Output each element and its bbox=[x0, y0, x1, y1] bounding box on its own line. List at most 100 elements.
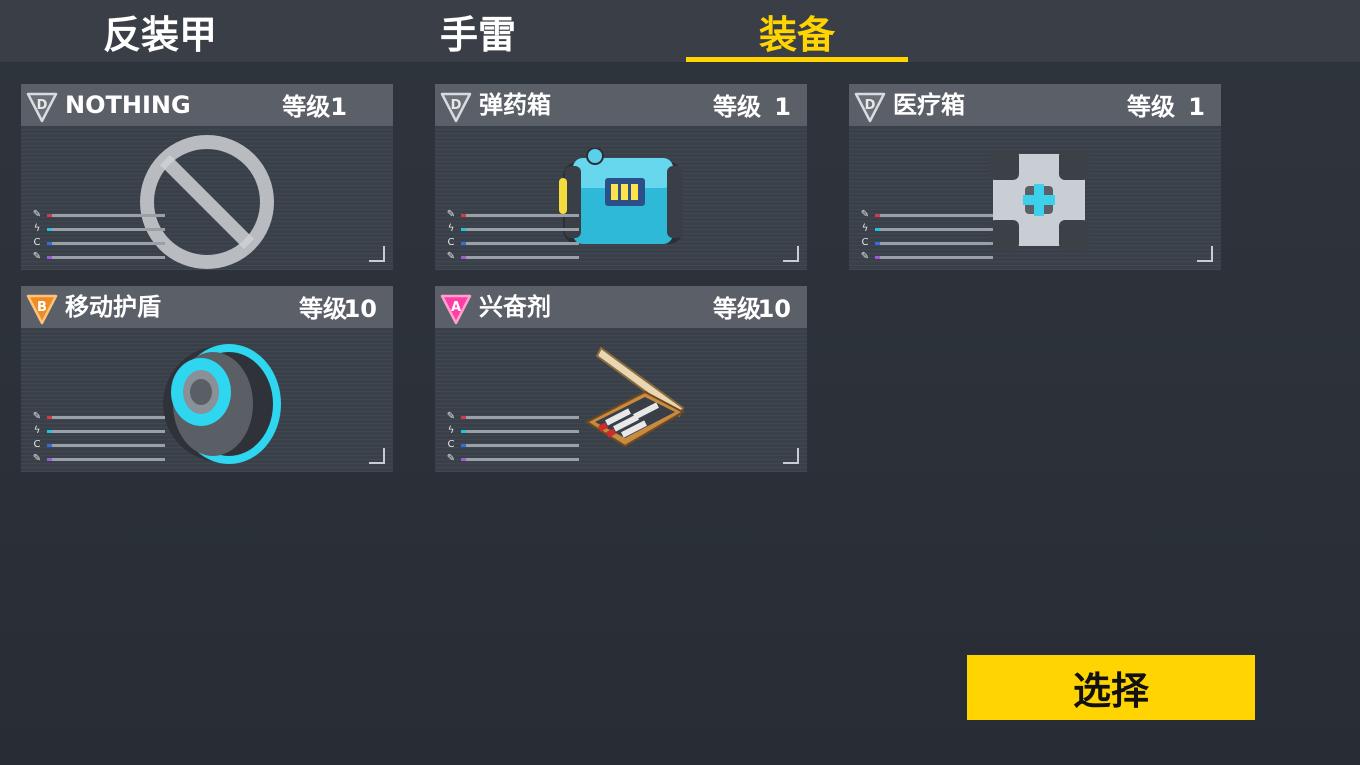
range-icon: ✎ bbox=[446, 453, 456, 464]
stat-bars: ✎ ϟ C ✎ bbox=[31, 208, 171, 264]
card-title: NOTHING bbox=[65, 91, 191, 119]
stat-fill-capacity bbox=[461, 242, 466, 245]
energy-icon: ϟ bbox=[447, 223, 455, 234]
tab-label: 手雷 bbox=[439, 12, 516, 57]
stat-track bbox=[47, 430, 165, 433]
card-level-label: 等级 bbox=[1127, 93, 1175, 121]
card-level-label: 等级 bbox=[713, 295, 761, 323]
stat-fill-energy bbox=[47, 228, 52, 231]
active-tab-underline bbox=[686, 57, 908, 62]
stat-bars: ✎ ϟ C ✎ bbox=[859, 208, 999, 264]
stat-fill-energy bbox=[461, 430, 466, 433]
stimulant-icon bbox=[584, 346, 686, 448]
tab-label: 装备 bbox=[758, 12, 835, 57]
card-level-value: 10 bbox=[343, 295, 377, 323]
card-level-label: 等级1 bbox=[282, 93, 347, 121]
range-icon: ✎ bbox=[32, 251, 42, 262]
stat-fill-energy bbox=[461, 228, 466, 231]
stat-fill-range bbox=[47, 458, 52, 461]
damage-icon: ✎ bbox=[446, 411, 456, 422]
rank-letter: D bbox=[37, 98, 48, 113]
energy-icon: ϟ bbox=[861, 223, 869, 234]
corner-bracket bbox=[369, 246, 385, 262]
rank-b-badge-icon: B bbox=[26, 294, 58, 325]
corner-bracket bbox=[783, 448, 799, 464]
stat-track bbox=[47, 228, 165, 231]
stat-bars: ✎ ϟ C ✎ bbox=[31, 410, 171, 466]
select-button-label: 选择 bbox=[1072, 669, 1149, 713]
stat-track bbox=[461, 444, 579, 447]
capacity-icon: C bbox=[861, 237, 869, 248]
rank-letter: D bbox=[865, 98, 876, 113]
stat-track bbox=[47, 214, 165, 217]
card-title: 医疗箱 bbox=[893, 91, 965, 119]
stat-fill-damage bbox=[47, 416, 52, 419]
stat-fill-damage bbox=[875, 214, 880, 217]
tab-equipment[interactable]: 装备 bbox=[686, 0, 908, 62]
stat-bars: ✎ ϟ C ✎ bbox=[445, 410, 585, 466]
stat-fill-energy bbox=[47, 430, 52, 433]
stat-track bbox=[461, 416, 579, 419]
stat-fill-capacity bbox=[47, 242, 52, 245]
equipment-card-stimulant[interactable]: A 兴奋剂 等级 10 ✎ ϟ C ✎ bbox=[435, 286, 807, 472]
stat-track bbox=[47, 444, 165, 447]
stat-fill-range bbox=[47, 256, 52, 259]
card-level-label: 等级 bbox=[299, 295, 347, 323]
stat-fill-capacity bbox=[47, 444, 52, 447]
rank-letter: A bbox=[451, 300, 461, 315]
card-title: 弹药箱 bbox=[479, 91, 551, 119]
stat-track bbox=[875, 228, 993, 231]
energy-icon: ϟ bbox=[33, 223, 41, 234]
equipment-card-nothing[interactable]: D NOTHING 等级1 ✎ ϟ C ✎ bbox=[21, 84, 393, 270]
stat-bars: ✎ ϟ C ✎ bbox=[445, 208, 585, 264]
card-title: 移动护盾 bbox=[65, 293, 161, 321]
stat-fill-energy bbox=[875, 228, 880, 231]
card-level-value: 10 bbox=[757, 295, 791, 323]
rank-d-badge-icon: D bbox=[854, 92, 886, 123]
equipment-card-medkit[interactable]: D 医疗箱 等级 1 ✎ ϟ C ✎ bbox=[849, 84, 1221, 270]
stat-track bbox=[461, 228, 579, 231]
stat-fill-damage bbox=[461, 214, 466, 217]
stat-fill-damage bbox=[47, 214, 52, 217]
corner-bracket bbox=[369, 448, 385, 464]
capacity-icon: C bbox=[33, 237, 41, 248]
stat-fill-range bbox=[875, 256, 880, 259]
stat-track bbox=[875, 214, 993, 217]
stat-track bbox=[875, 242, 993, 245]
corner-bracket bbox=[1197, 246, 1213, 262]
equipment-card-ammo-box[interactable]: D 弹药箱 等级 1 ✎ ϟ C ✎ bbox=[435, 84, 807, 270]
card-level-value: 1 bbox=[774, 93, 791, 121]
rank-d-badge-icon: D bbox=[26, 92, 58, 123]
damage-icon: ✎ bbox=[32, 209, 42, 220]
capacity-icon: C bbox=[33, 439, 41, 450]
tab-grenade[interactable]: 手雷 bbox=[378, 0, 578, 62]
stat-fill-range bbox=[461, 256, 466, 259]
rank-letter: D bbox=[451, 98, 462, 113]
card-level-label: 等级 bbox=[713, 93, 761, 121]
tab-bar: 反装甲 手雷 装备 bbox=[0, 0, 1360, 62]
stat-track bbox=[461, 458, 579, 461]
card-level-value: 1 bbox=[1188, 93, 1205, 121]
range-icon: ✎ bbox=[446, 251, 456, 262]
tab-label: 反装甲 bbox=[102, 12, 217, 57]
range-icon: ✎ bbox=[860, 251, 870, 262]
card-title: 兴奋剂 bbox=[479, 293, 551, 321]
stat-track bbox=[461, 242, 579, 245]
select-button[interactable]: 选择 bbox=[967, 655, 1255, 720]
energy-icon: ϟ bbox=[447, 425, 455, 436]
stat-fill-range bbox=[461, 458, 466, 461]
stat-track bbox=[461, 256, 579, 259]
corner-bracket bbox=[783, 246, 799, 262]
stat-fill-damage bbox=[461, 416, 466, 419]
rank-a-badge-icon: A bbox=[440, 294, 472, 325]
equipment-card-mobile-shield[interactable]: B 移动护盾 等级 10 ✎ ϟ C ✎ bbox=[21, 286, 393, 472]
tab-anti-armor[interactable]: 反装甲 bbox=[60, 0, 260, 62]
rank-letter: B bbox=[37, 300, 47, 315]
capacity-icon: C bbox=[447, 439, 455, 450]
damage-icon: ✎ bbox=[860, 209, 870, 220]
stat-track bbox=[47, 416, 165, 419]
stat-track bbox=[461, 430, 579, 433]
stat-track bbox=[875, 256, 993, 259]
damage-icon: ✎ bbox=[32, 411, 42, 422]
range-icon: ✎ bbox=[32, 453, 42, 464]
